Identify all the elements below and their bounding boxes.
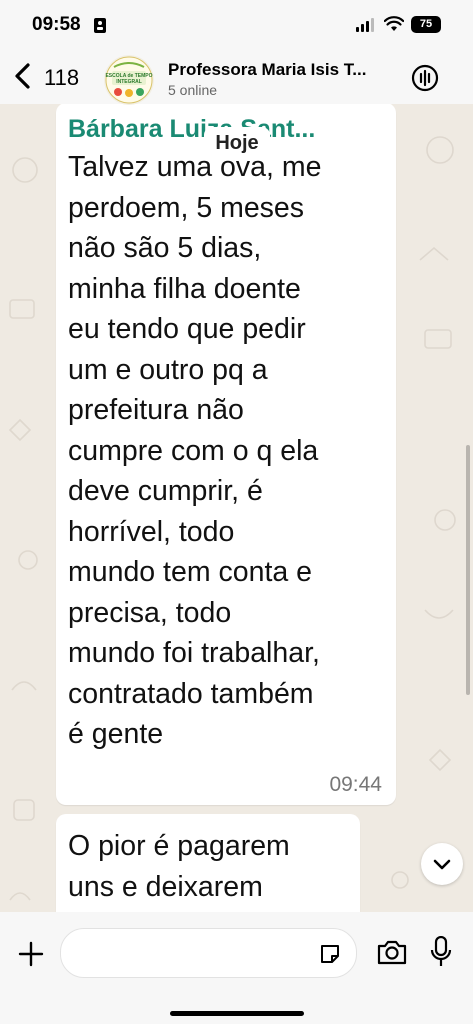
status-bar: 09:58 75: [0, 0, 473, 52]
signal-icon: [356, 18, 374, 32]
message-bubble[interactable]: Bárbara Luiza Sant... Talvez uma ova, me…: [56, 103, 396, 805]
message-line: contratado também: [68, 677, 314, 710]
message-line: cumpre com o q ela: [68, 434, 319, 467]
message-sender[interactable]: Bárbara Luiza Sant...: [68, 115, 315, 144]
message-text: O pior é pagarem uns e deixarem: [68, 826, 358, 907]
id-card-icon: [94, 18, 106, 33]
wifi-icon: [384, 16, 404, 31]
plus-icon[interactable]: [18, 941, 44, 967]
message-input-container[interactable]: [60, 928, 357, 978]
chat-title[interactable]: Professora Maria Isis T...: [168, 60, 390, 80]
message-timestamp: 09:44: [329, 773, 382, 796]
message-line: deve cumprir, é: [68, 475, 263, 507]
sticker-icon[interactable]: [318, 942, 342, 966]
message-line: prefeitura não: [68, 394, 244, 426]
message-line: uns e deixarem: [68, 870, 263, 903]
message-line: minha filha doente: [68, 272, 301, 305]
message-line: é gente: [68, 718, 164, 750]
message-line: O pior é pagarem: [68, 830, 290, 862]
home-indicator: [170, 1011, 304, 1016]
battery-indicator: 75: [411, 16, 441, 33]
date-separator: Hoje: [204, 127, 270, 159]
message-line: um e outro pq a: [68, 353, 268, 386]
chat-subtitle: 5 online: [168, 82, 218, 98]
composer-bar: [0, 912, 473, 1024]
chevron-down-icon: [433, 859, 451, 870]
message-text: Talvez uma ova, me perdoem, 5 meses não …: [68, 147, 398, 755]
group-avatar[interactable]: ESCOLA de TEMPO INTEGRAL: [104, 55, 154, 105]
message-line: horrível, todo: [68, 515, 235, 548]
message-line: perdoem, 5 meses: [68, 191, 305, 224]
message-line: mundo tem conta e: [68, 556, 312, 588]
message-input[interactable]: [77, 929, 321, 977]
scroll-to-bottom-button[interactable]: [421, 843, 463, 885]
microphone-icon[interactable]: [430, 936, 452, 968]
message-line: eu tendo que pedir: [68, 313, 306, 345]
camera-icon[interactable]: [376, 938, 408, 966]
message-line: não são 5 dias,: [68, 232, 262, 264]
chevron-left-icon[interactable]: [10, 62, 38, 90]
message-line: precisa, todo: [68, 596, 232, 629]
audio-chat-icon[interactable]: [411, 64, 439, 92]
message-line: mundo foi trabalhar,: [68, 637, 320, 669]
chat-header: 118 ESCOLA de TEMPO INTEGRAL Professora …: [0, 52, 473, 105]
scrollbar-thumb[interactable]: [466, 445, 470, 695]
status-time: 09:58: [32, 14, 81, 35]
svg-text:INTEGRAL: INTEGRAL: [116, 79, 142, 85]
unread-count[interactable]: 118: [44, 65, 79, 91]
